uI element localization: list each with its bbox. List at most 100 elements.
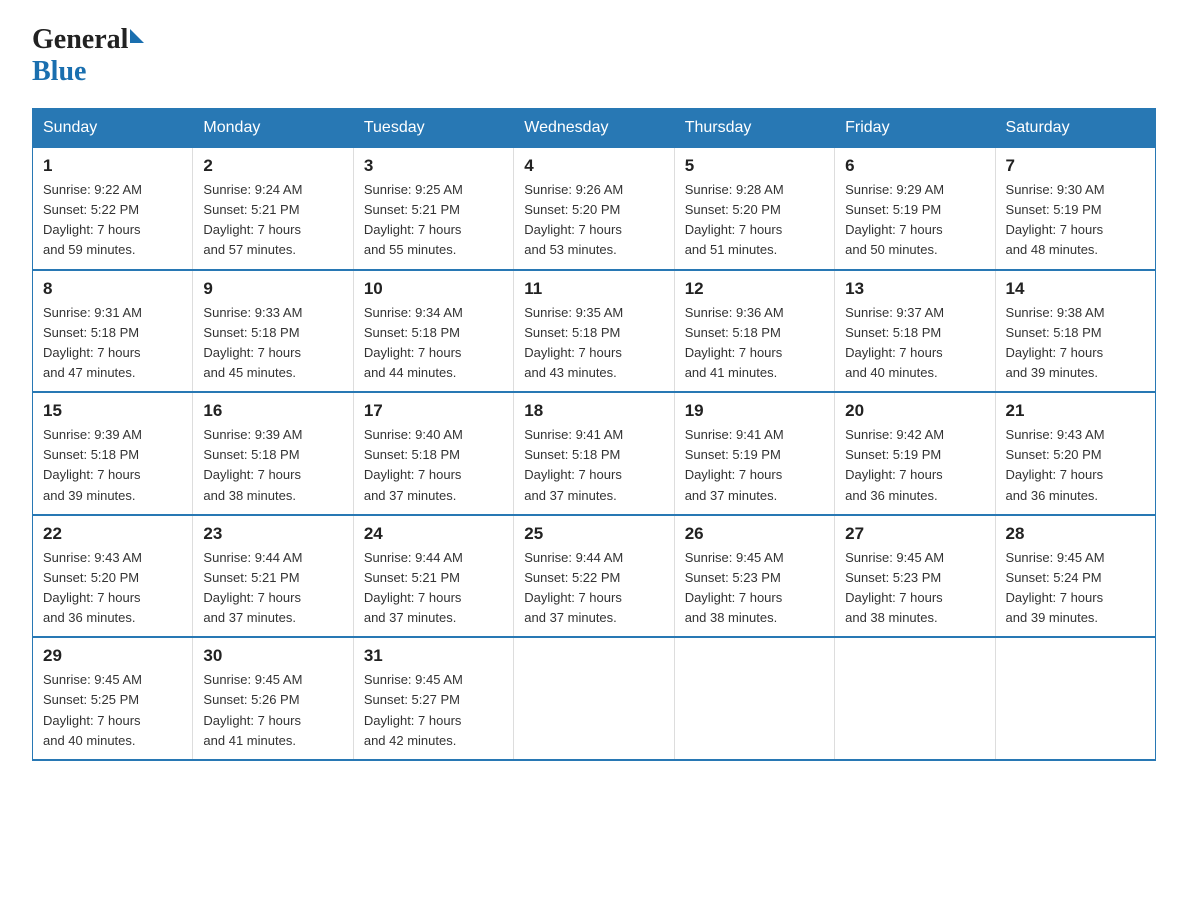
day-number: 29 xyxy=(43,646,182,666)
page-header: General Blue xyxy=(32,24,1156,88)
day-info: Sunrise: 9:44 AMSunset: 5:22 PMDaylight:… xyxy=(524,548,663,629)
day-number: 2 xyxy=(203,156,342,176)
day-info: Sunrise: 9:41 AMSunset: 5:18 PMDaylight:… xyxy=(524,425,663,506)
day-info: Sunrise: 9:22 AMSunset: 5:22 PMDaylight:… xyxy=(43,180,182,261)
calendar-cell: 11 Sunrise: 9:35 AMSunset: 5:18 PMDaylig… xyxy=(514,270,674,393)
day-number: 14 xyxy=(1006,279,1145,299)
day-info: Sunrise: 9:39 AMSunset: 5:18 PMDaylight:… xyxy=(43,425,182,506)
day-info: Sunrise: 9:37 AMSunset: 5:18 PMDaylight:… xyxy=(845,303,984,384)
day-number: 28 xyxy=(1006,524,1145,544)
calendar-cell: 7 Sunrise: 9:30 AMSunset: 5:19 PMDayligh… xyxy=(995,148,1155,270)
day-info: Sunrise: 9:44 AMSunset: 5:21 PMDaylight:… xyxy=(364,548,503,629)
day-info: Sunrise: 9:41 AMSunset: 5:19 PMDaylight:… xyxy=(685,425,824,506)
day-info: Sunrise: 9:45 AMSunset: 5:26 PMDaylight:… xyxy=(203,670,342,751)
calendar-cell: 8 Sunrise: 9:31 AMSunset: 5:18 PMDayligh… xyxy=(33,270,193,393)
calendar-cell: 10 Sunrise: 9:34 AMSunset: 5:18 PMDaylig… xyxy=(353,270,513,393)
day-number: 13 xyxy=(845,279,984,299)
calendar-cell xyxy=(514,637,674,760)
day-number: 3 xyxy=(364,156,503,176)
day-info: Sunrise: 9:45 AMSunset: 5:23 PMDaylight:… xyxy=(845,548,984,629)
logo: General Blue xyxy=(32,24,144,88)
day-number: 18 xyxy=(524,401,663,421)
calendar-cell: 19 Sunrise: 9:41 AMSunset: 5:19 PMDaylig… xyxy=(674,392,834,515)
calendar-cell: 3 Sunrise: 9:25 AMSunset: 5:21 PMDayligh… xyxy=(353,148,513,270)
calendar-cell xyxy=(835,637,995,760)
calendar-cell: 25 Sunrise: 9:44 AMSunset: 5:22 PMDaylig… xyxy=(514,515,674,638)
day-number: 16 xyxy=(203,401,342,421)
day-info: Sunrise: 9:30 AMSunset: 5:19 PMDaylight:… xyxy=(1006,180,1145,261)
calendar-cell: 2 Sunrise: 9:24 AMSunset: 5:21 PMDayligh… xyxy=(193,148,353,270)
day-info: Sunrise: 9:45 AMSunset: 5:24 PMDaylight:… xyxy=(1006,548,1145,629)
weekday-header-thursday: Thursday xyxy=(674,109,834,148)
day-number: 1 xyxy=(43,156,182,176)
calendar-cell: 18 Sunrise: 9:41 AMSunset: 5:18 PMDaylig… xyxy=(514,392,674,515)
day-info: Sunrise: 9:38 AMSunset: 5:18 PMDaylight:… xyxy=(1006,303,1145,384)
day-number: 12 xyxy=(685,279,824,299)
day-number: 9 xyxy=(203,279,342,299)
calendar-cell: 12 Sunrise: 9:36 AMSunset: 5:18 PMDaylig… xyxy=(674,270,834,393)
day-number: 25 xyxy=(524,524,663,544)
calendar-cell: 28 Sunrise: 9:45 AMSunset: 5:24 PMDaylig… xyxy=(995,515,1155,638)
day-number: 21 xyxy=(1006,401,1145,421)
calendar-cell: 24 Sunrise: 9:44 AMSunset: 5:21 PMDaylig… xyxy=(353,515,513,638)
day-number: 27 xyxy=(845,524,984,544)
day-number: 5 xyxy=(685,156,824,176)
day-info: Sunrise: 9:36 AMSunset: 5:18 PMDaylight:… xyxy=(685,303,824,384)
weekday-header-sunday: Sunday xyxy=(33,109,193,148)
calendar-cell: 1 Sunrise: 9:22 AMSunset: 5:22 PMDayligh… xyxy=(33,148,193,270)
day-info: Sunrise: 9:35 AMSunset: 5:18 PMDaylight:… xyxy=(524,303,663,384)
calendar-cell: 31 Sunrise: 9:45 AMSunset: 5:27 PMDaylig… xyxy=(353,637,513,760)
weekday-header-monday: Monday xyxy=(193,109,353,148)
day-info: Sunrise: 9:24 AMSunset: 5:21 PMDaylight:… xyxy=(203,180,342,261)
calendar-cell: 30 Sunrise: 9:45 AMSunset: 5:26 PMDaylig… xyxy=(193,637,353,760)
calendar-week-row: 22 Sunrise: 9:43 AMSunset: 5:20 PMDaylig… xyxy=(33,515,1156,638)
day-info: Sunrise: 9:40 AMSunset: 5:18 PMDaylight:… xyxy=(364,425,503,506)
weekday-header-wednesday: Wednesday xyxy=(514,109,674,148)
day-number: 7 xyxy=(1006,156,1145,176)
day-info: Sunrise: 9:45 AMSunset: 5:25 PMDaylight:… xyxy=(43,670,182,751)
calendar-cell: 23 Sunrise: 9:44 AMSunset: 5:21 PMDaylig… xyxy=(193,515,353,638)
logo-triangle-icon xyxy=(130,29,144,43)
day-number: 11 xyxy=(524,279,663,299)
day-info: Sunrise: 9:42 AMSunset: 5:19 PMDaylight:… xyxy=(845,425,984,506)
calendar-week-row: 15 Sunrise: 9:39 AMSunset: 5:18 PMDaylig… xyxy=(33,392,1156,515)
calendar-cell: 9 Sunrise: 9:33 AMSunset: 5:18 PMDayligh… xyxy=(193,270,353,393)
calendar-table: SundayMondayTuesdayWednesdayThursdayFrid… xyxy=(32,108,1156,761)
day-info: Sunrise: 9:28 AMSunset: 5:20 PMDaylight:… xyxy=(685,180,824,261)
calendar-cell: 22 Sunrise: 9:43 AMSunset: 5:20 PMDaylig… xyxy=(33,515,193,638)
calendar-cell: 5 Sunrise: 9:28 AMSunset: 5:20 PMDayligh… xyxy=(674,148,834,270)
calendar-cell xyxy=(674,637,834,760)
day-number: 30 xyxy=(203,646,342,666)
day-info: Sunrise: 9:34 AMSunset: 5:18 PMDaylight:… xyxy=(364,303,503,384)
day-number: 10 xyxy=(364,279,503,299)
weekday-header-saturday: Saturday xyxy=(995,109,1155,148)
calendar-week-row: 8 Sunrise: 9:31 AMSunset: 5:18 PMDayligh… xyxy=(33,270,1156,393)
day-info: Sunrise: 9:43 AMSunset: 5:20 PMDaylight:… xyxy=(1006,425,1145,506)
day-number: 17 xyxy=(364,401,503,421)
day-number: 23 xyxy=(203,524,342,544)
calendar-cell: 16 Sunrise: 9:39 AMSunset: 5:18 PMDaylig… xyxy=(193,392,353,515)
day-info: Sunrise: 9:29 AMSunset: 5:19 PMDaylight:… xyxy=(845,180,984,261)
calendar-week-row: 29 Sunrise: 9:45 AMSunset: 5:25 PMDaylig… xyxy=(33,637,1156,760)
day-info: Sunrise: 9:44 AMSunset: 5:21 PMDaylight:… xyxy=(203,548,342,629)
calendar-cell: 6 Sunrise: 9:29 AMSunset: 5:19 PMDayligh… xyxy=(835,148,995,270)
calendar-cell: 4 Sunrise: 9:26 AMSunset: 5:20 PMDayligh… xyxy=(514,148,674,270)
calendar-cell: 26 Sunrise: 9:45 AMSunset: 5:23 PMDaylig… xyxy=(674,515,834,638)
day-number: 6 xyxy=(845,156,984,176)
logo-general-text: General xyxy=(32,24,128,56)
day-number: 22 xyxy=(43,524,182,544)
calendar-cell: 29 Sunrise: 9:45 AMSunset: 5:25 PMDaylig… xyxy=(33,637,193,760)
day-number: 19 xyxy=(685,401,824,421)
day-info: Sunrise: 9:33 AMSunset: 5:18 PMDaylight:… xyxy=(203,303,342,384)
calendar-cell: 15 Sunrise: 9:39 AMSunset: 5:18 PMDaylig… xyxy=(33,392,193,515)
day-number: 20 xyxy=(845,401,984,421)
weekday-header-row: SundayMondayTuesdayWednesdayThursdayFrid… xyxy=(33,109,1156,148)
logo-blue-text: Blue xyxy=(32,56,86,88)
calendar-cell: 20 Sunrise: 9:42 AMSunset: 5:19 PMDaylig… xyxy=(835,392,995,515)
day-info: Sunrise: 9:25 AMSunset: 5:21 PMDaylight:… xyxy=(364,180,503,261)
day-number: 4 xyxy=(524,156,663,176)
calendar-week-row: 1 Sunrise: 9:22 AMSunset: 5:22 PMDayligh… xyxy=(33,148,1156,270)
day-number: 8 xyxy=(43,279,182,299)
calendar-cell: 27 Sunrise: 9:45 AMSunset: 5:23 PMDaylig… xyxy=(835,515,995,638)
calendar-cell xyxy=(995,637,1155,760)
